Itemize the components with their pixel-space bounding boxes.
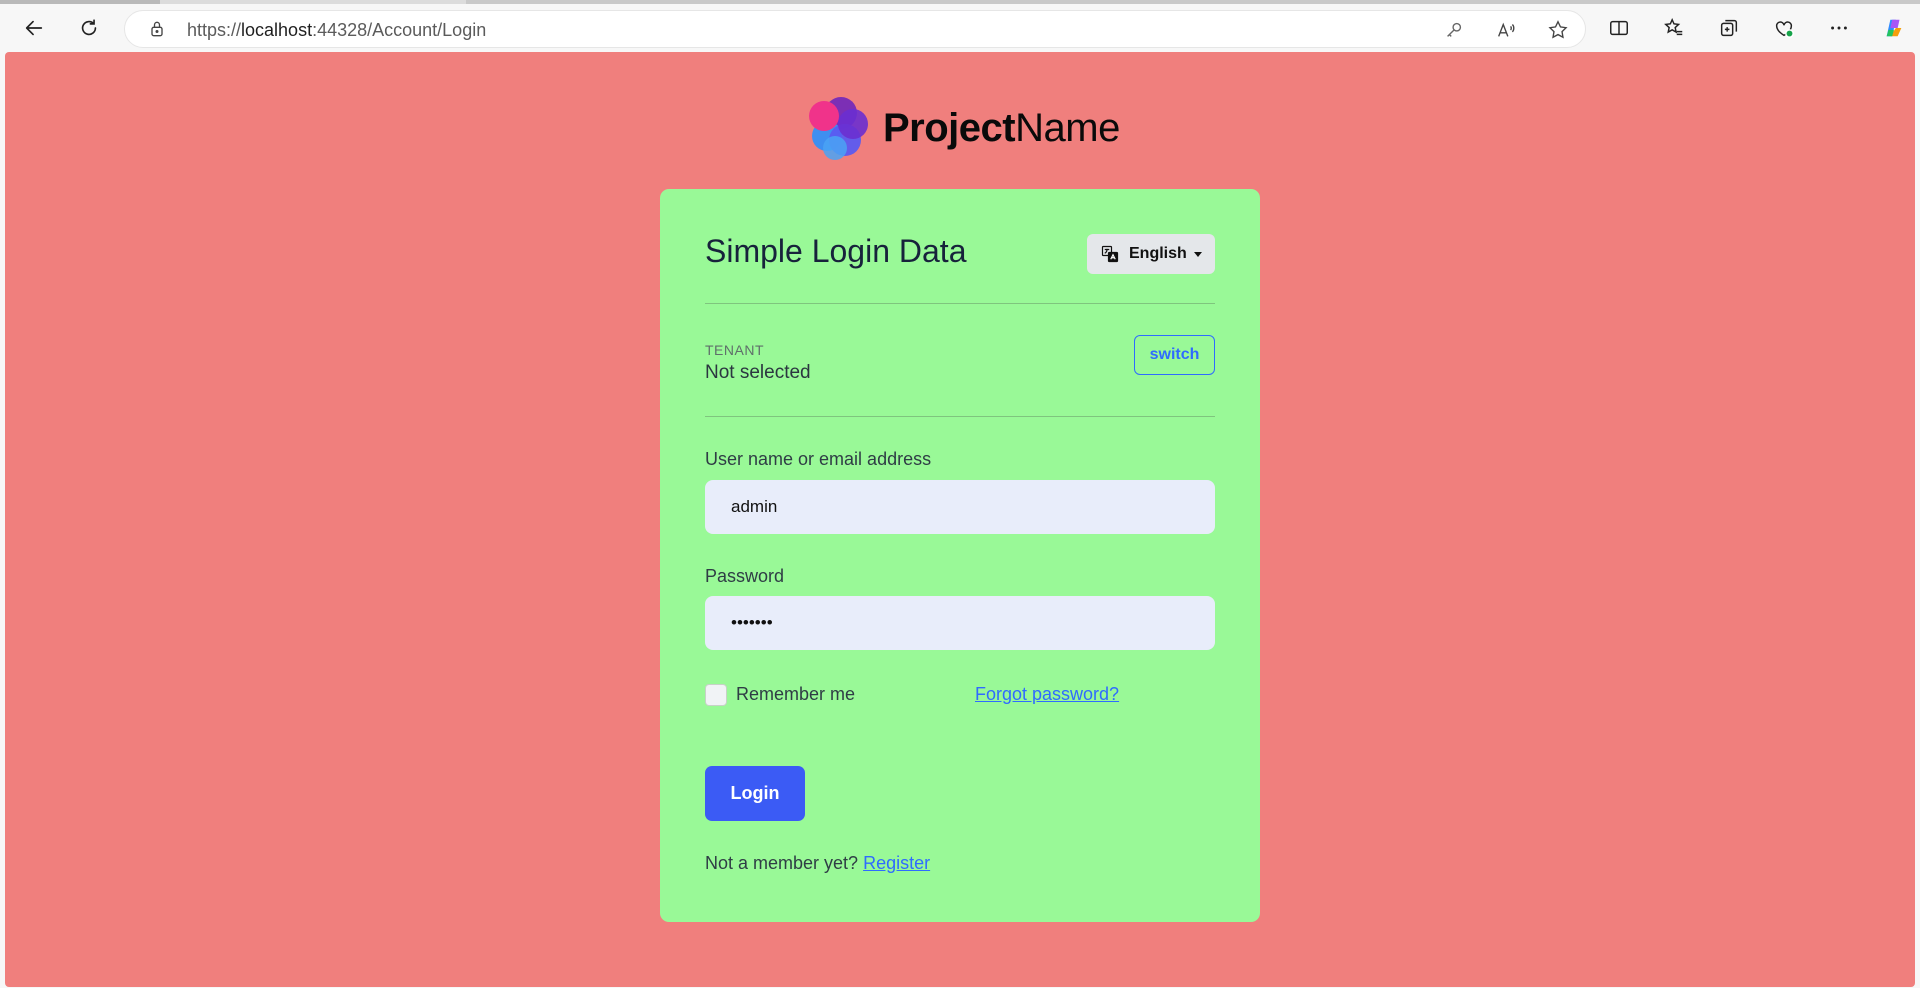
tenant-caption: TENANT — [705, 342, 764, 358]
remember-me-checkbox[interactable] — [705, 684, 727, 706]
project-logo-icon — [809, 97, 868, 160]
lock-icon[interactable] — [147, 19, 167, 39]
url-text[interactable]: https://localhost:44328/Account/Login — [187, 20, 486, 41]
username-input[interactable]: admin — [705, 480, 1215, 534]
chevron-down-icon — [1193, 251, 1202, 257]
login-card: Simple Login Data English TENANT Not sel… — [660, 189, 1260, 922]
remember-me-label[interactable]: Remember me — [736, 684, 855, 705]
more-icon[interactable] — [1821, 10, 1857, 46]
favorite-star-icon[interactable] — [1547, 19, 1569, 41]
collections-icon[interactable] — [1711, 10, 1747, 46]
divider — [705, 303, 1215, 304]
register-link[interactable]: Register — [863, 853, 930, 873]
password-label: Password — [705, 566, 785, 586]
favorites-icon[interactable] — [1656, 10, 1692, 46]
split-screen-icon[interactable] — [1601, 10, 1637, 46]
browser-toolbar: https://localhost:44328/Account/Login — [0, 4, 1920, 50]
read-aloud-icon[interactable] — [1495, 19, 1517, 41]
translate-icon — [1101, 245, 1119, 263]
refresh-icon[interactable] — [71, 10, 107, 46]
brand-name: ProjectName — [883, 106, 1120, 150]
password-input[interactable]: ••••••• — [705, 596, 1215, 650]
login-button[interactable]: Login — [705, 766, 805, 821]
switch-tenant-button[interactable]: switch — [1134, 335, 1215, 375]
brand-logo[interactable]: ProjectName — [807, 94, 1120, 160]
username-label: User name or email address — [705, 449, 932, 469]
copilot-icon[interactable] — [1876, 10, 1912, 46]
forgot-password-link[interactable]: Forgot password? — [975, 684, 1119, 705]
language-dropdown[interactable]: English — [1087, 234, 1215, 274]
card-title: Simple Login Data — [705, 233, 967, 269]
tenant-value: Not selected — [705, 362, 811, 383]
divider — [705, 416, 1215, 417]
language-label: English — [1129, 245, 1187, 262]
back-icon[interactable] — [16, 10, 52, 46]
register-prompt: Not a member yet? Register — [705, 853, 930, 874]
address-bar[interactable]: https://localhost:44328/Account/Login — [124, 10, 1586, 48]
key-icon[interactable] — [1443, 19, 1465, 41]
not-member-text: Not a member yet? — [705, 853, 859, 873]
browser-essentials-icon[interactable] — [1766, 10, 1802, 46]
